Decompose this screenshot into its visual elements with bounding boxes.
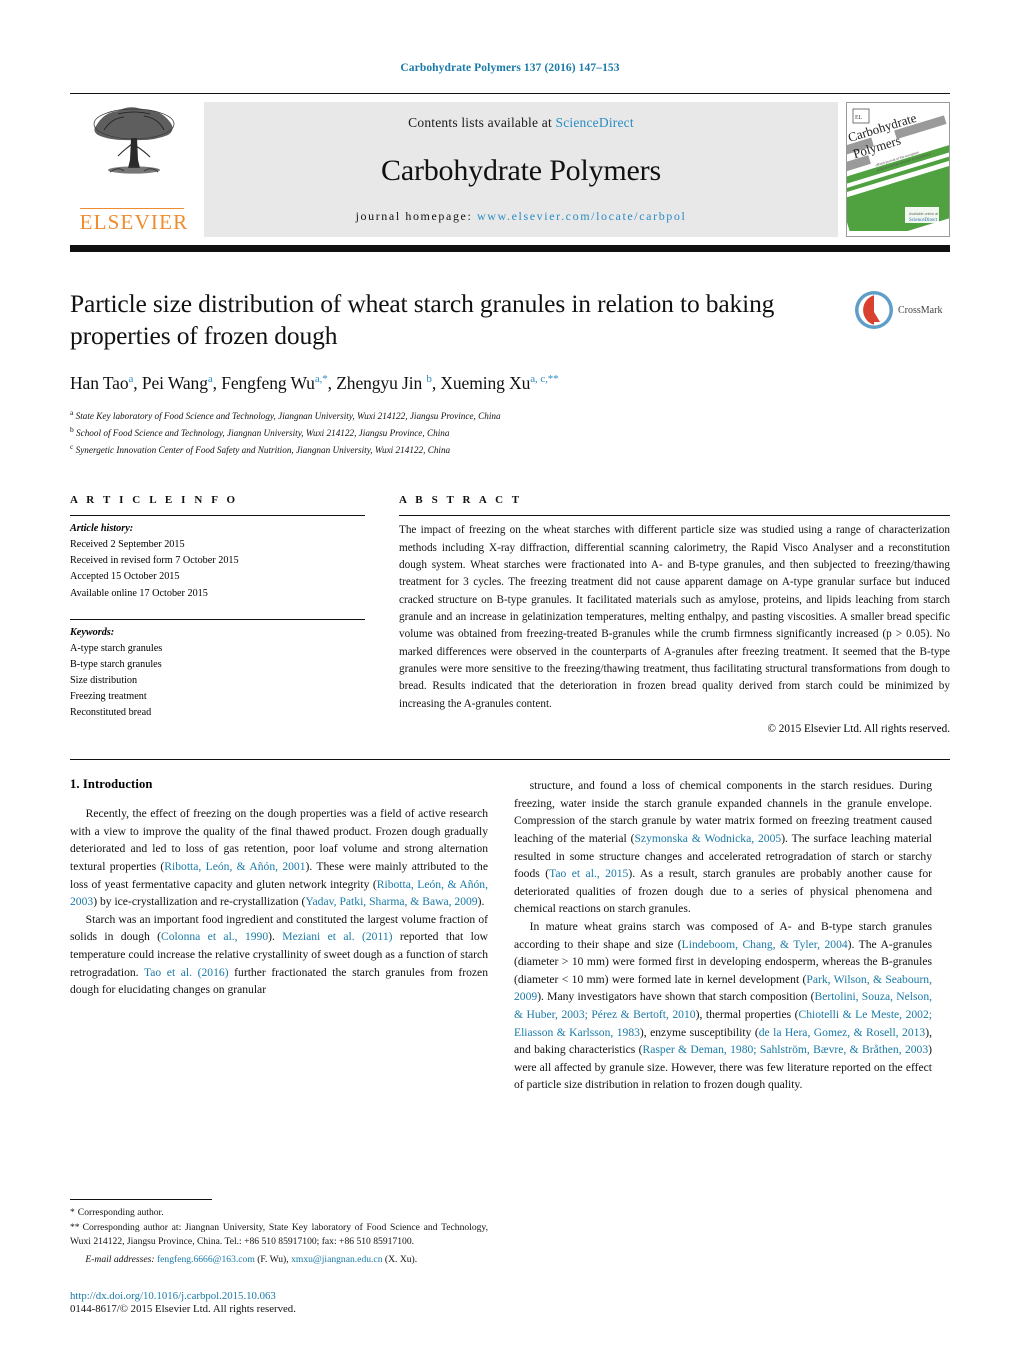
email-owner-wu: (F. Wu), [257,1253,289,1265]
contents-prefix: Contents lists available at [408,115,556,130]
keyword-item: Reconstituted bread [70,707,152,719]
body-columns: 1. Introduction Recently, the effect of … [70,777,950,1094]
keyword-item: Size distribution [70,675,138,687]
keywords-block: Keywords: A-type starch granules B-type … [70,613,365,722]
page-title: Particle size distribution of wheat star… [70,289,775,351]
email-label: E-mail addresses: [85,1253,155,1265]
affiliation-list: a State Key laboratory of Food Science a… [70,407,950,458]
paragraph: In mature wheat grains starch was compos… [514,919,933,1092]
affiliation-text-c: Synergetic Innovation Center of Food Saf… [75,445,451,456]
history-item: Received 2 September 2015 [70,539,185,551]
footnote-text-double: Corresponding author at: Jiangnan Univer… [70,1221,488,1248]
footnote-rule [70,1199,212,1201]
footnotes-block: * Corresponding author. ** Corresponding a… [70,1199,488,1267]
affiliation-text-b: School of Food Science and Technology, J… [76,428,450,439]
keyword-item: A-type starch granules [70,642,163,654]
section-heading-introduction: 1. Introduction [70,777,153,792]
affiliation-b: b School of Food Science and Technology,… [70,424,950,441]
journal-cover-thumbnail: EL Carbohydrate Polymers official journa… [846,102,950,237]
author-list: Han Taoa, Pei Wanga, Fengfeng Wua,*, Zhe… [70,373,559,394]
email-owner-xu: (X. Xu). [384,1253,418,1265]
journal-homepage-url[interactable]: www.elsevier.com/locate/carbpol [477,209,686,223]
footnote-email-addresses: E-mail addresses: fengfeng.6666@163.com … [70,1253,488,1267]
keyword-item: Freezing treatment [70,691,147,703]
abstract-column: A B S T R A C T The impact of freezing o… [399,494,950,735]
abstract-copyright: © 2015 Elsevier Ltd. All rights reserved… [767,723,951,736]
keywords-label: Keywords: [70,626,115,638]
svg-text:Available online at: Available online at [909,212,938,216]
affiliation-c: c Synergetic Innovation Center of Food S… [70,441,950,458]
article-history-label: Article history: [70,523,134,535]
article-info-column: A R T I C L E I N F O Article history: R… [70,494,365,735]
footnote-corresponding-author: * Corresponding author. [70,1206,488,1220]
email-link-wu[interactable]: fengfeng.6666@163.com [157,1254,255,1265]
cover-art: EL Carbohydrate Polymers official journa… [847,103,949,236]
doi-block: http://dx.doi.org/10.1016/j.carbpol.2015… [70,1290,540,1315]
abstract-heading: A B S T R A C T [399,494,523,507]
journal-header-band: Contents lists available at ScienceDirec… [204,102,838,237]
abstract-text: The impact of freezing on the wheat star… [399,524,950,710]
svg-text:EL: EL [855,115,863,121]
body-column-right: structure, and found a loss of chemical … [514,777,932,1094]
elsevier-tree-icon [93,107,175,174]
elsevier-rule [79,207,184,209]
elsevier-logo: ELSEVIER [70,102,198,237]
info-abstract-row: A R T I C L E I N F O Article history: R… [70,494,950,735]
history-item: Accepted 15 October 2015 [70,571,180,583]
article-info-heading: A R T I C L E I N F O [70,494,239,507]
elsevier-wordmark: ELSEVIER [79,210,189,234]
footnote-corresponding-author-at: ** Corresponding author at: Jiangnan Univ… [70,1221,488,1250]
crossmark-icon [855,291,893,329]
history-item: Received in revised form 7 October 2015 [70,555,239,567]
contents-available-line: Contents lists available at ScienceDirec… [408,115,634,131]
keyword-item: B-type starch granules [70,658,162,670]
paragraph: Starch was an important food ingredient … [70,912,488,997]
svg-text:ScienceDirect: ScienceDirect [909,218,938,223]
title-block: Particle size distribution of wheat star… [70,288,950,352]
journal-article-page: Carbohydrate Polymers 137 (2016) 147–153… [0,0,1020,1351]
issn-copyright-line: 0144-8617/© 2015 Elsevier Ltd. All right… [70,1303,296,1315]
paragraph: Recently, the effect of freezing on the … [70,807,488,909]
footnote-marker-single: * [70,1207,75,1219]
body-separator-rule [70,759,950,761]
running-head: Carbohydrate Polymers 137 (2016) 147–153 [400,62,620,74]
footnote-marker-double: ** [70,1221,80,1233]
email-link-xu[interactable]: xmxu@jiangnan.edu.cn [291,1254,382,1265]
paragraph: structure, and found a loss of chemical … [514,779,933,916]
article-history-block: Article history: Received 2 September 20… [70,516,365,602]
crossmark-label: CrossMark [898,304,943,316]
affiliation-text-a: State Key laboratory of Food Science and… [75,411,501,422]
homepage-prefix: journal homepage: [355,209,477,223]
affiliation-a: a State Key laboratory of Food Science a… [70,407,950,424]
sciencedirect-link[interactable]: ScienceDirect [556,115,634,130]
journal-title: Carbohydrate Polymers [381,154,661,187]
crossmark-badge[interactable]: CrossMark [854,290,950,330]
footnote-text-single: Corresponding author. [77,1207,164,1219]
masthead-bottom-bar [70,245,950,252]
affiliation-marker-c: c [70,442,74,452]
affiliation-marker-b: b [70,425,74,435]
body-column-left: 1. Introduction Recently, the effect of … [70,777,488,1094]
journal-homepage-line: journal homepage: www.elsevier.com/locat… [356,209,687,224]
doi-link[interactable]: http://dx.doi.org/10.1016/j.carbpol.2015… [70,1290,540,1302]
affiliation-marker-a: a [70,408,74,418]
journal-masthead: ELSEVIER Contents lists available at Sci… [70,93,950,237]
history-item: Available online 17 October 2015 [70,587,208,599]
